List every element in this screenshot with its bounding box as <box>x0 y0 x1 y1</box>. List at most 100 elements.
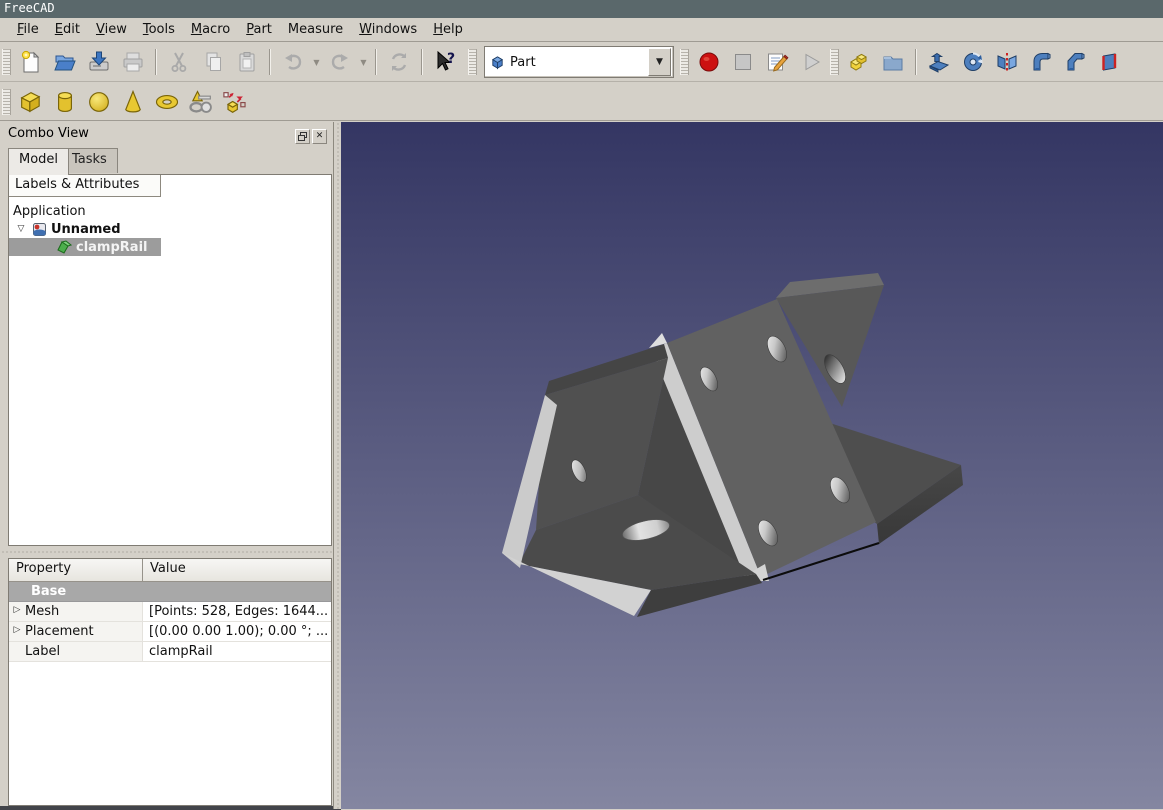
print-icon <box>121 50 145 74</box>
revolve-button[interactable] <box>956 46 990 78</box>
tree-item-clamprail[interactable]: clampRail <box>9 238 161 256</box>
column-value[interactable]: Value <box>143 559 186 581</box>
toolbar-handle[interactable] <box>2 49 11 75</box>
edit-macro-button[interactable] <box>760 46 794 78</box>
undo-dropdown: ▼ <box>310 46 323 78</box>
toolbar-separator <box>915 49 917 75</box>
cylinder-icon <box>51 88 79 116</box>
property-editor: Property Value Base ▷ Mesh [Points: 528,… <box>8 558 332 806</box>
save-icon <box>87 50 111 74</box>
tab-tasks[interactable]: Tasks <box>61 148 118 173</box>
cut-button <box>162 46 196 78</box>
revolve-icon <box>961 50 985 74</box>
horizontal-splitter[interactable] <box>0 546 333 558</box>
ruled-surface-button[interactable] <box>1092 46 1126 78</box>
3d-viewport[interactable] <box>341 122 1163 809</box>
cut-icon <box>167 50 191 74</box>
window-bottom-edge <box>0 806 341 810</box>
toolbar-handle[interactable] <box>830 49 839 75</box>
column-property[interactable]: Property <box>9 559 143 581</box>
combo-view-panel: Combo View ✕ Model Tasks Labels & Attrib… <box>0 122 333 809</box>
fillet-button[interactable] <box>1024 46 1058 78</box>
tab-model[interactable]: Model <box>8 148 69 175</box>
new-document-button[interactable] <box>14 46 48 78</box>
extrude-icon <box>927 50 951 74</box>
mesh-icon <box>57 240 72 255</box>
menu-edit[interactable]: Edit <box>47 20 88 39</box>
chamfer-button[interactable] <box>1058 46 1092 78</box>
edit-macro-icon <box>765 50 789 74</box>
tree-root-application[interactable]: Application <box>13 202 86 220</box>
redo-dropdown: ▼ <box>357 46 370 78</box>
menu-windows[interactable]: Windows <box>351 20 425 39</box>
title-bar[interactable]: FreeCAD <box>0 0 1163 18</box>
model-tree: Labels & Attributes Application ▽ Unname… <box>8 174 332 546</box>
open-button[interactable] <box>48 46 82 78</box>
open-folder-icon <box>53 50 77 74</box>
toolbar-handle[interactable] <box>468 49 477 75</box>
expand-icon[interactable]: ▷ <box>9 624 25 641</box>
paste-button <box>230 46 264 78</box>
window-title: FreeCAD <box>4 1 55 15</box>
menu-measure[interactable]: Measure <box>280 20 351 39</box>
whats-this-button[interactable]: ? <box>428 46 462 78</box>
toolbar-handle[interactable] <box>680 49 689 75</box>
record-macro-icon <box>697 50 721 74</box>
document-label: Unnamed <box>51 222 121 237</box>
workbench-selected-label: Part <box>510 55 536 70</box>
shape-builder-button[interactable] <box>218 86 252 118</box>
3d-scene[interactable] <box>341 122 1163 809</box>
panel-close-button[interactable]: ✕ <box>312 129 327 144</box>
menu-view[interactable]: View <box>88 20 135 39</box>
part-shapes-button[interactable] <box>842 46 876 78</box>
record-macro-button[interactable] <box>692 46 726 78</box>
part-folder-icon <box>881 50 905 74</box>
document-icon <box>32 222 47 237</box>
workbench-dropdown-button[interactable]: ▼ <box>648 48 671 76</box>
sphere-button[interactable] <box>82 86 116 118</box>
shape-builder-icon <box>221 88 249 116</box>
main-area: Combo View ✕ Model Tasks Labels & Attrib… <box>0 122 1163 809</box>
box-button[interactable] <box>14 86 48 118</box>
property-group-base[interactable]: Base <box>9 582 331 602</box>
fillet-icon <box>1029 50 1053 74</box>
create-primitives-button[interactable] <box>184 86 218 118</box>
box-icon <box>17 88 45 116</box>
mirror-icon <box>995 50 1019 74</box>
sphere-icon <box>85 88 113 116</box>
mirror-button[interactable] <box>990 46 1024 78</box>
collapse-icon[interactable]: ▽ <box>14 224 28 234</box>
restore-icon <box>298 132 307 141</box>
copy-button <box>196 46 230 78</box>
menu-file[interactable]: File <box>9 20 47 39</box>
extrude-button[interactable] <box>922 46 956 78</box>
property-row-label[interactable]: Label clampRail <box>9 642 331 662</box>
cylinder-button[interactable] <box>48 86 82 118</box>
expand-icon[interactable]: ▷ <box>9 604 25 621</box>
toolbar-file: ▼ ▼ ? Part ▼ <box>0 43 1163 82</box>
refresh-icon <box>387 50 411 74</box>
redo-icon <box>328 50 352 74</box>
tree-item-document[interactable]: ▽ Unnamed <box>14 220 121 238</box>
property-row-placement[interactable]: ▷ Placement [(0.00 0.00 1.00); 0.00 °; .… <box>9 622 331 642</box>
copy-icon <box>201 50 225 74</box>
tree-column-header[interactable]: Labels & Attributes <box>9 175 161 197</box>
cone-icon <box>119 88 147 116</box>
menu-part[interactable]: Part <box>238 20 280 39</box>
vertical-splitter[interactable] <box>333 122 341 809</box>
menu-macro[interactable]: Macro <box>183 20 238 39</box>
chamfer-icon <box>1063 50 1087 74</box>
torus-button[interactable] <box>150 86 184 118</box>
paste-icon <box>235 50 259 74</box>
toolbar-primitives <box>0 83 1163 121</box>
play-macro-icon <box>799 50 823 74</box>
save-button[interactable] <box>82 46 116 78</box>
panel-float-button[interactable] <box>295 129 310 144</box>
workbench-selector[interactable]: Part ▼ <box>484 46 674 78</box>
property-row-mesh[interactable]: ▷ Mesh [Points: 528, Edges: 1644... <box>9 602 331 622</box>
menu-tools[interactable]: Tools <box>135 20 183 39</box>
cone-button[interactable] <box>116 86 150 118</box>
toolbar-handle[interactable] <box>2 89 11 115</box>
menu-help[interactable]: Help <box>425 20 471 39</box>
part-shapes-icon <box>847 50 871 74</box>
